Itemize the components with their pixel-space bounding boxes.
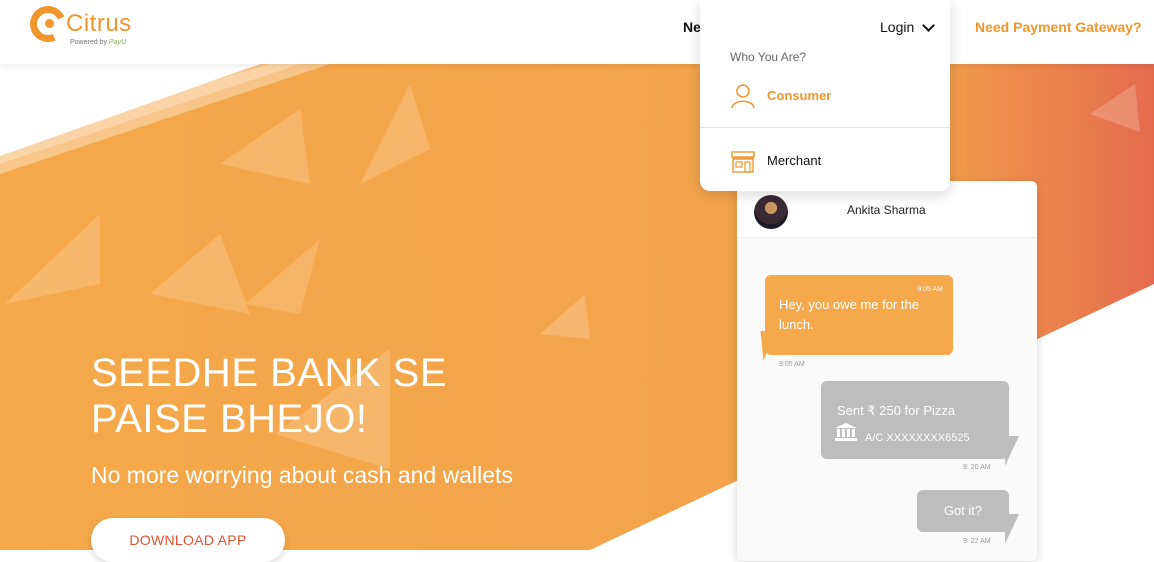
- logo-dot: [45, 19, 54, 28]
- store-icon: [731, 151, 755, 173]
- logo-powered-by: Powered by PayU: [70, 39, 126, 46]
- message-time: 9:05 AM: [779, 361, 805, 368]
- need-payment-gateway-link[interactable]: Need Payment Gateway?: [975, 19, 1142, 35]
- bank-icon: [835, 423, 857, 441]
- logo-sub-prefix: Powered by: [70, 39, 107, 46]
- chevron-down-icon[interactable]: [922, 19, 935, 32]
- phone-chat-mockup: Ankita Sharma 9:05 AM Hey, you owe me fo…: [737, 181, 1037, 561]
- login-dropdown: Login Who You Are? Consumer Merchant: [700, 0, 950, 191]
- user-icon: [731, 84, 755, 109]
- account-number: A/C XXXXXXXX6525: [865, 432, 970, 444]
- option-label: Merchant: [767, 153, 822, 168]
- who-you-are-label: Who You Are?: [730, 50, 807, 64]
- nav-item-partial[interactable]: Ne: [683, 19, 701, 35]
- chat-bubble-incoming: 9:05 AM Hey, you owe me for the lunch.: [765, 275, 953, 355]
- top-header: Citrus Powered by PayU Ne Need Payment G…: [0, 0, 1154, 64]
- dropdown-option-consumer[interactable]: Consumer: [700, 75, 950, 115]
- chat-bubble-payment: Sent ₹ 250 for Pizza A/C XXXXXXXX6525: [821, 381, 1009, 459]
- hero-title-line2: PAISE BHEJO!: [91, 397, 368, 441]
- message-time: 9: 22 AM: [963, 538, 991, 545]
- contact-name: Ankita Sharma: [847, 203, 926, 217]
- bubble-tail-right: [1005, 514, 1019, 544]
- dropdown-option-merchant[interactable]: Merchant: [700, 140, 950, 180]
- bubble-tail-right: [1005, 436, 1019, 466]
- dropdown-divider: [700, 127, 950, 128]
- message-time: 9: 20 AM: [963, 464, 991, 471]
- login-menu-button[interactable]: Login: [880, 19, 914, 35]
- chat-bubble-outgoing: Got it?: [917, 490, 1009, 532]
- payment-text: Sent ₹ 250 for Pizza: [837, 403, 956, 418]
- contact-avatar: [754, 195, 788, 229]
- hero-subtitle: No more worrying about cash and wallets: [91, 462, 513, 488]
- citrus-logo[interactable]: Citrus Powered by PayU: [24, 0, 140, 54]
- hero-title-line1: SEEDHE BANK SE: [91, 351, 448, 395]
- download-app-button[interactable]: DOWNLOAD APP: [91, 518, 285, 562]
- hero-title: SEEDHE BANK SE PAISE BHEJO!: [91, 350, 611, 442]
- logo-name: Citrus: [66, 10, 132, 37]
- logo-sub-brand: PayU: [108, 39, 127, 46]
- option-label: Consumer: [767, 88, 832, 103]
- bubble-text: Hey, you owe me for the lunch.: [779, 297, 919, 332]
- bubble-text: Got it?: [943, 503, 983, 518]
